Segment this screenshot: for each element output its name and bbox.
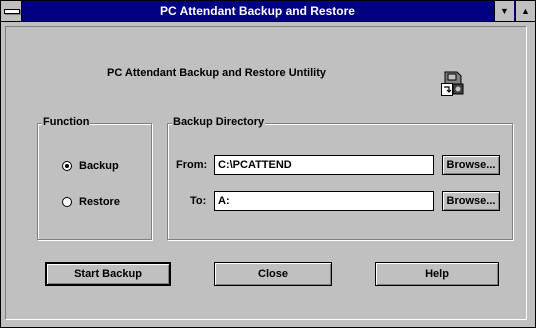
backup-radio[interactable]: Backup: [62, 160, 119, 172]
restore-radio-label: Restore: [79, 196, 120, 208]
restore-radio[interactable]: Restore: [62, 196, 120, 208]
function-group: Function Backup Restore: [37, 116, 152, 240]
dialog-window: PC Attendant Backup and Restore ▼ ▲ PC A…: [0, 0, 536, 328]
maximize-icon[interactable]: ▲: [515, 1, 535, 21]
from-field[interactable]: C:\PCATTEND: [214, 155, 434, 175]
system-menu-icon[interactable]: [1, 1, 22, 21]
radio-selected-icon: [62, 161, 72, 171]
start-backup-button[interactable]: Start Backup: [45, 262, 171, 286]
backup-directory-label: Backup Directory: [172, 116, 266, 128]
utility-heading: PC Attendant Backup and Restore Untility: [107, 67, 327, 79]
window-title: PC Attendant Backup and Restore: [160, 4, 355, 18]
close-button[interactable]: Close: [214, 262, 332, 286]
from-label: From:: [176, 159, 208, 171]
to-label: To:: [190, 195, 207, 207]
backup-radio-label: Backup: [79, 160, 119, 172]
help-button[interactable]: Help: [375, 262, 499, 286]
from-browse-button[interactable]: Browse...: [442, 155, 500, 175]
to-browse-button[interactable]: Browse...: [442, 191, 500, 211]
minimize-icon[interactable]: ▼: [494, 1, 514, 21]
radio-empty-icon: [62, 197, 72, 207]
title-bar[interactable]: PC Attendant Backup and Restore ▼ ▲: [1, 1, 535, 22]
function-group-label: Function: [42, 116, 91, 128]
backup-directory-group: Backup Directory From: C:\PCATTEND Brows…: [167, 116, 513, 240]
to-field[interactable]: A:: [214, 191, 434, 211]
backup-restore-icon: [441, 71, 464, 96]
